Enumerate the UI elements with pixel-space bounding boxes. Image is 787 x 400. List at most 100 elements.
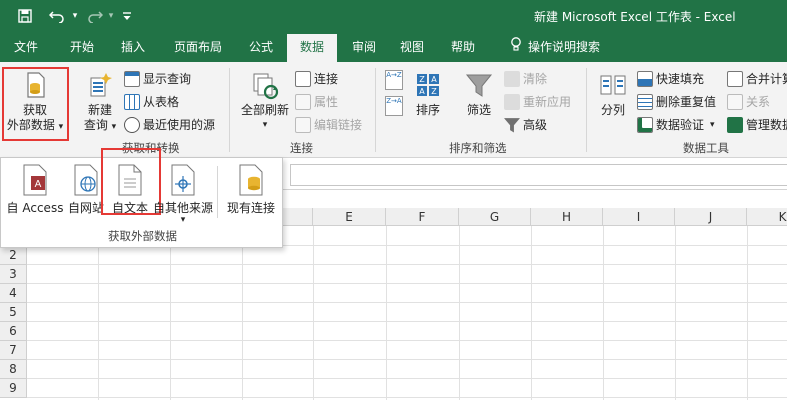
data-model-icon bbox=[727, 116, 743, 133]
formula-input[interactable] bbox=[290, 164, 787, 186]
gridline bbox=[27, 397, 787, 398]
tab-file[interactable]: 文件 bbox=[0, 32, 52, 62]
column-header-k[interactable]: K bbox=[747, 208, 787, 226]
row-header[interactable]: 6 bbox=[0, 322, 27, 341]
row-header[interactable]: 2 bbox=[0, 246, 27, 265]
gridline bbox=[531, 226, 532, 400]
tab-help[interactable]: 帮助 bbox=[438, 32, 488, 62]
tab-page-layout[interactable]: 页面布局 bbox=[163, 32, 233, 62]
web-file-icon bbox=[74, 164, 98, 196]
row-header[interactable]: 3 bbox=[0, 265, 27, 284]
ribbon-separator bbox=[586, 68, 587, 152]
edit-links-icon bbox=[295, 116, 311, 133]
reapply-button[interactable]: 重新应用 bbox=[504, 93, 571, 110]
tab-home[interactable]: 开始 bbox=[56, 32, 108, 62]
access-file-icon: A bbox=[23, 164, 47, 196]
advanced-filter-icon bbox=[504, 118, 520, 133]
from-web-button[interactable]: 自网站 bbox=[67, 162, 105, 224]
reapply-label: 重新应用 bbox=[523, 95, 572, 109]
highlight-box-get-external bbox=[2, 67, 69, 141]
relationships-label: 关系 bbox=[746, 95, 771, 109]
sort-button[interactable]: ZA AZ 排序 bbox=[410, 70, 446, 118]
column-header-i[interactable]: I bbox=[603, 208, 675, 226]
tab-data[interactable]: 数据 bbox=[287, 34, 337, 62]
connections-button[interactable]: 连接 bbox=[295, 70, 338, 87]
column-header-g[interactable]: G bbox=[459, 208, 531, 226]
column-header-j[interactable]: J bbox=[675, 208, 747, 226]
column-header-e[interactable]: E bbox=[313, 208, 386, 226]
filter-label: 筛选 bbox=[466, 103, 491, 117]
advanced-button[interactable]: 高级 bbox=[504, 116, 547, 133]
save-icon[interactable] bbox=[16, 7, 34, 25]
filter-button[interactable]: 筛选 bbox=[460, 70, 498, 118]
gridline bbox=[27, 378, 787, 379]
from-other-sources-arrow: ▾ bbox=[180, 215, 186, 225]
new-query-button[interactable]: 新建 查询 ▾ bbox=[78, 70, 122, 135]
text-to-columns-button[interactable]: 分列 bbox=[594, 70, 632, 118]
row-header[interactable]: 8 bbox=[0, 360, 27, 379]
consolidate-button[interactable]: 合并计算 bbox=[727, 70, 787, 87]
gridline bbox=[170, 226, 171, 400]
edit-links-label: 编辑链接 bbox=[314, 118, 363, 132]
column-header-h[interactable]: H bbox=[531, 208, 603, 226]
connections-icon bbox=[295, 70, 311, 87]
refresh-all-icon bbox=[253, 73, 279, 100]
refresh-all-button[interactable]: 全部刷新 ▾ bbox=[238, 70, 292, 133]
flash-fill-label: 快速填充 bbox=[656, 72, 705, 86]
tell-me-search[interactable]: 操作说明搜索 bbox=[500, 32, 610, 62]
show-queries-label: 显示查询 bbox=[143, 72, 192, 86]
lightbulb-icon bbox=[510, 33, 522, 63]
undo-dropdown-icon[interactable]: ▾ bbox=[66, 7, 84, 25]
from-web-label: 自网站 bbox=[67, 201, 104, 215]
row-header[interactable]: 4 bbox=[0, 284, 27, 303]
from-table-button[interactable]: 从表格 bbox=[124, 93, 179, 110]
gridline bbox=[27, 264, 787, 265]
properties-button[interactable]: 属性 bbox=[295, 93, 338, 110]
svg-text:A: A bbox=[431, 75, 437, 84]
sort-a-to-z-icon[interactable]: A→Z bbox=[385, 70, 403, 90]
relationships-button[interactable]: 关系 bbox=[727, 93, 770, 110]
show-queries-icon bbox=[124, 70, 140, 87]
clock-icon bbox=[124, 116, 140, 133]
data-validation-label: 数据验证 bbox=[656, 118, 705, 132]
tab-formulas[interactable]: 公式 bbox=[238, 32, 284, 62]
undo-icon[interactable] bbox=[48, 7, 66, 25]
svg-text:A: A bbox=[419, 87, 425, 96]
group-label-sort-filter: 排序和筛选 bbox=[449, 141, 507, 155]
row-header[interactable]: 5 bbox=[0, 303, 27, 322]
refresh-all-label: 全部刷新 bbox=[240, 103, 289, 117]
column-header-f[interactable]: F bbox=[386, 208, 459, 226]
from-other-sources-button[interactable]: 自其他来源 ▾ bbox=[151, 162, 215, 225]
data-validation-button[interactable]: 数据验证 ▾ bbox=[637, 116, 715, 133]
clear-button[interactable]: 清除 bbox=[504, 70, 547, 87]
remove-duplicates-button[interactable]: 删除重复值 bbox=[637, 93, 716, 110]
svg-text:Z: Z bbox=[419, 75, 425, 84]
tab-review[interactable]: 审阅 bbox=[342, 32, 386, 62]
connections-label: 连接 bbox=[314, 72, 339, 86]
sort-z-to-a-icon[interactable]: Z→A bbox=[385, 96, 403, 116]
show-queries-button[interactable]: 显示查询 bbox=[124, 70, 191, 87]
manage-data-model-button[interactable]: 管理数据 bbox=[727, 116, 787, 133]
sort-icon: ZA AZ bbox=[417, 74, 439, 96]
other-sources-icon bbox=[171, 164, 195, 196]
group-label-connections: 连接 bbox=[290, 141, 313, 155]
data-validation-icon bbox=[637, 116, 653, 133]
svg-text:Z: Z bbox=[431, 87, 437, 96]
row-header[interactable]: 7 bbox=[0, 341, 27, 360]
new-query-icon bbox=[90, 73, 112, 97]
row-header[interactable]: 9 bbox=[0, 379, 27, 398]
refresh-all-arrow: ▾ bbox=[262, 120, 268, 130]
flash-fill-button[interactable]: 快速填充 bbox=[637, 70, 704, 87]
tab-view[interactable]: 视图 bbox=[390, 32, 434, 62]
gridline bbox=[313, 226, 314, 400]
gridline bbox=[98, 226, 99, 400]
get-external-data-menu: A 自 Access 自网站 自文本 自其他来源 ▾ 现有连接 获取外部数据 bbox=[0, 148, 283, 248]
flash-fill-icon bbox=[637, 70, 653, 87]
tab-insert[interactable]: 插入 bbox=[110, 32, 156, 62]
recent-sources-button[interactable]: 最近使用的源 bbox=[124, 116, 215, 133]
edit-links-button[interactable]: 编辑链接 bbox=[295, 116, 362, 133]
existing-connections-button[interactable]: 现有连接 bbox=[223, 162, 279, 224]
customize-icon[interactable] bbox=[118, 7, 136, 25]
from-access-button[interactable]: A 自 Access bbox=[5, 162, 65, 224]
table-icon bbox=[124, 93, 140, 110]
